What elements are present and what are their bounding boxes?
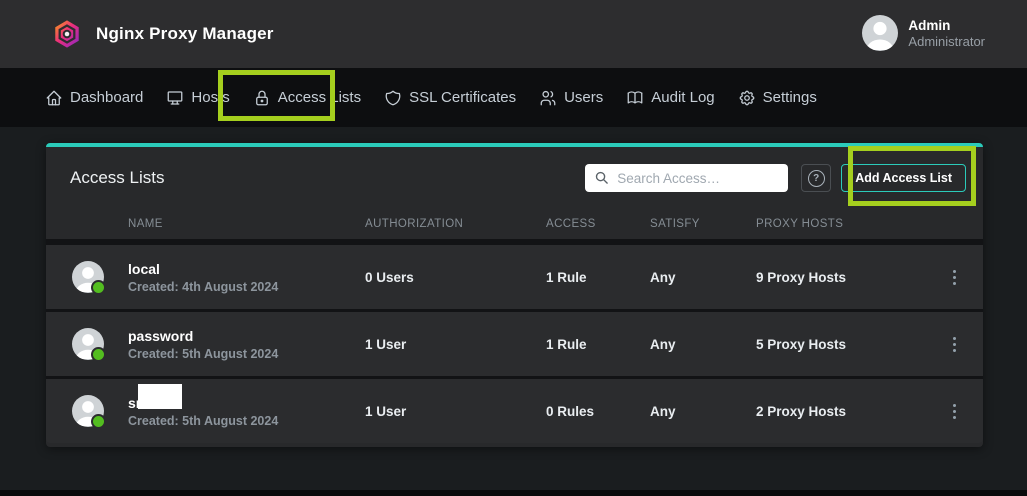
row-avatar: [72, 395, 104, 427]
access-cell: 1 Rule: [546, 270, 650, 285]
table-header: NAME AUTHORIZATION ACCESS SATISFY PROXY …: [46, 209, 983, 245]
actions-cell: [926, 398, 983, 425]
shield-icon: [384, 89, 402, 107]
access-list-name[interactable]: password: [128, 328, 278, 344]
help-button[interactable]: ?: [801, 164, 831, 192]
panel-header: Access Lists ? Add Access List: [46, 147, 983, 209]
footer-strip: [0, 490, 1027, 496]
app-logo-icon: [52, 19, 82, 49]
app-header: Nginx Proxy Manager Admin Administrator: [0, 0, 1027, 68]
authorization-cell: 1 User: [365, 404, 546, 419]
satisfy-cell: Any: [650, 337, 756, 352]
access-cell: 1 Rule: [546, 337, 650, 352]
authorization-cell: 0 Users: [365, 270, 546, 285]
add-access-list-button[interactable]: Add Access List: [841, 164, 966, 192]
nav-item-access-lists[interactable]: Access Lists: [253, 89, 361, 107]
search-box: [585, 164, 788, 192]
nav-label: Users: [564, 89, 603, 106]
row-menu-kebab-icon[interactable]: [943, 398, 966, 425]
column-header-satisfy: SATISFY: [650, 218, 756, 230]
access-cell: 0 Rules: [546, 404, 650, 419]
nav-item-settings[interactable]: Settings: [738, 89, 817, 107]
redaction-box: [138, 384, 182, 409]
status-dot: [91, 280, 106, 295]
access-lists-panel: Access Lists ? Add Access List NAME AUTH…: [46, 143, 983, 447]
nav-label: Dashboard: [70, 89, 143, 106]
user-name: Admin: [908, 17, 985, 34]
gear-icon: [738, 89, 756, 107]
actions-cell: [926, 264, 983, 291]
table-row: password Created: 5th August 2024 1 User…: [46, 312, 983, 379]
lock-icon: [253, 89, 271, 107]
app-title: Nginx Proxy Manager: [96, 24, 274, 44]
table-row: local Created: 4th August 2024 0 Users 1…: [46, 245, 983, 312]
name-cell: local Created: 4th August 2024: [46, 261, 365, 294]
home-icon: [45, 89, 63, 107]
satisfy-cell: Any: [650, 270, 756, 285]
name-block: password Created: 5th August 2024: [128, 328, 278, 361]
nav-label: Audit Log: [651, 89, 714, 106]
created-date: Created: 5th August 2024: [128, 347, 278, 361]
created-date: Created: 4th August 2024: [128, 280, 278, 294]
authorization-cell: 1 User: [365, 337, 546, 352]
nav-label: SSL Certificates: [409, 89, 516, 106]
row-avatar: [72, 328, 104, 360]
name-cell: sn Created: 5th August 2024: [46, 395, 365, 428]
created-date: Created: 5th August 2024: [128, 414, 278, 428]
proxy-hosts-cell: 9 Proxy Hosts: [756, 270, 926, 285]
nav-item-ssl-certificates[interactable]: SSL Certificates: [384, 89, 516, 107]
nav-item-audit-log[interactable]: Audit Log: [626, 89, 714, 107]
nav-item-users[interactable]: Users: [539, 89, 603, 107]
column-header-name: NAME: [46, 218, 365, 230]
page-title: Access Lists: [70, 168, 585, 188]
screen: Nginx Proxy Manager Admin Administrator …: [0, 0, 1027, 496]
status-dot: [91, 347, 106, 362]
user-menu[interactable]: Admin Administrator: [862, 15, 985, 51]
nav-label: Hosts: [191, 89, 229, 106]
status-dot: [91, 414, 106, 429]
row-menu-kebab-icon[interactable]: [943, 264, 966, 291]
monitor-icon: [166, 89, 184, 107]
proxy-hosts-cell: 2 Proxy Hosts: [756, 404, 926, 419]
row-avatar: [72, 261, 104, 293]
main-nav: Dashboard Hosts Access Lists SSL Certifi…: [0, 68, 1027, 127]
column-header-access: ACCESS: [546, 218, 650, 230]
column-header-authorization: AUTHORIZATION: [365, 218, 546, 230]
nav-label: Access Lists: [278, 89, 361, 106]
name-cell: password Created: 5th August 2024: [46, 328, 365, 361]
question-mark-icon: ?: [808, 170, 825, 187]
nav-label: Settings: [763, 89, 817, 106]
search-input[interactable]: [585, 164, 788, 192]
user-role: Administrator: [908, 34, 985, 50]
satisfy-cell: Any: [650, 404, 756, 419]
row-menu-kebab-icon[interactable]: [943, 331, 966, 358]
brand: Nginx Proxy Manager: [52, 0, 274, 68]
user-avatar: [862, 15, 898, 51]
nav-item-dashboard[interactable]: Dashboard: [45, 89, 143, 107]
proxy-hosts-cell: 5 Proxy Hosts: [756, 337, 926, 352]
column-header-proxy-hosts: PROXY HOSTS: [756, 218, 926, 230]
user-text: Admin Administrator: [908, 17, 985, 50]
users-icon: [539, 89, 557, 107]
book-icon: [626, 89, 644, 107]
access-list-name[interactable]: local: [128, 261, 278, 277]
table-row: sn Created: 5th August 2024 1 User 0 Rul…: [46, 379, 983, 443]
actions-cell: [926, 331, 983, 358]
name-block: local Created: 4th August 2024: [128, 261, 278, 294]
nav-item-hosts[interactable]: Hosts: [166, 89, 229, 107]
